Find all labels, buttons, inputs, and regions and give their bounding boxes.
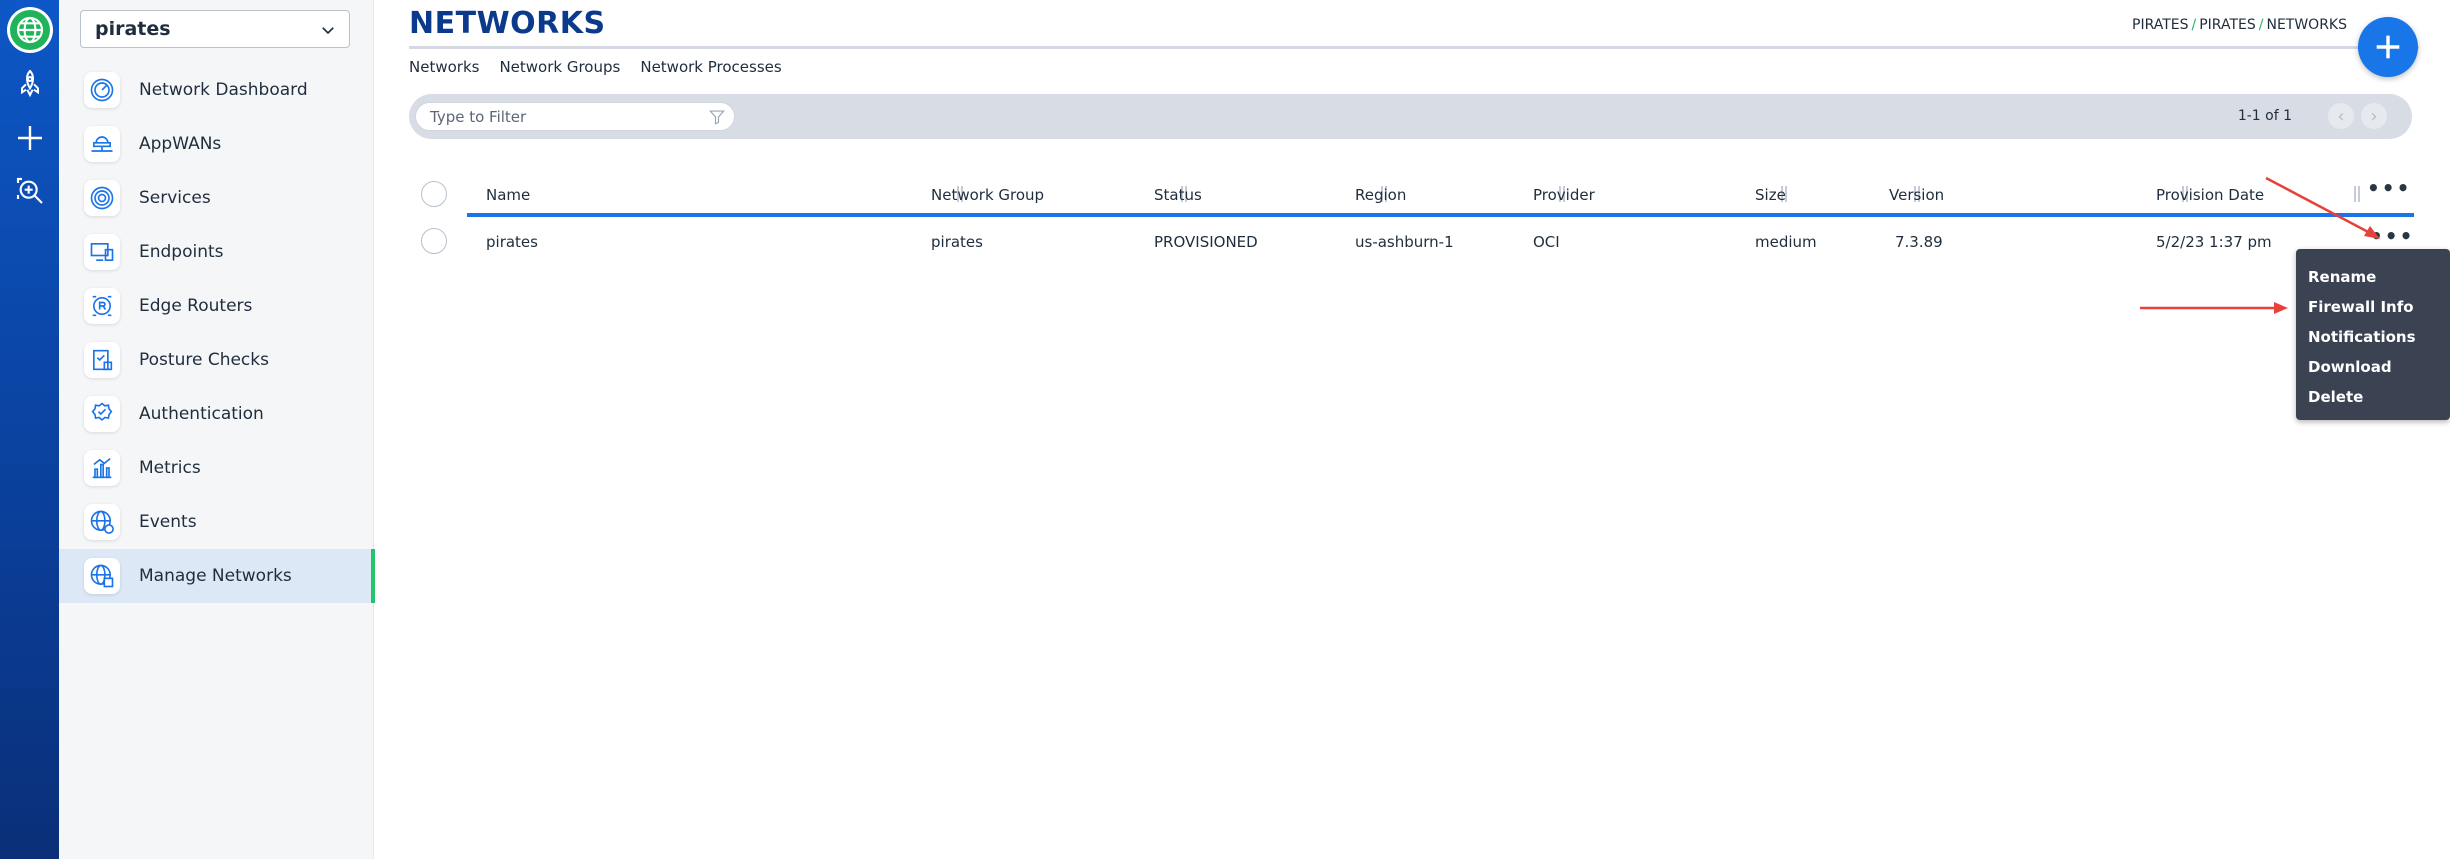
breadcrumb-separator: / — [2258, 17, 2264, 33]
cell-network-group: pirates — [931, 233, 983, 251]
column-header-provider[interactable]: Provider — [1533, 186, 1595, 204]
table-row[interactable]: pirates pirates PROVISIONED us-ashburn-1… — [409, 214, 2414, 269]
column-header-version[interactable]: Version — [1889, 186, 1944, 204]
sidebar-item-label: Authentication — [139, 404, 264, 424]
add-button[interactable] — [5, 113, 54, 162]
cell-region: us-ashburn-1 — [1355, 233, 1454, 251]
plus-icon — [2376, 35, 2400, 59]
menu-item-download[interactable]: Download — [2296, 352, 2450, 382]
sidebar-item-appwans[interactable]: AppWANs — [59, 117, 374, 171]
more-options-header-icon[interactable]: ••• — [2367, 176, 2411, 200]
sidebar-item-events[interactable]: Events — [59, 495, 374, 549]
column-header-status[interactable]: Status — [1154, 186, 1202, 204]
column-header-provision-date[interactable]: Provision Date — [2156, 186, 2264, 204]
sidebar-item-edge-routers[interactable]: Edge Routers — [59, 279, 374, 333]
badge-check-icon — [84, 396, 120, 432]
breadcrumb-separator: / — [2191, 17, 2197, 33]
column-header-region[interactable]: Region — [1355, 186, 1406, 204]
chevron-left-icon: ‹ — [2337, 105, 2345, 127]
network-select[interactable]: pirates — [80, 10, 350, 48]
tab-bar: Networks Network Groups Network Processe… — [409, 58, 782, 76]
cell-provider: OCI — [1533, 233, 1560, 251]
sidebar-item-label: Manage Networks — [139, 566, 292, 586]
sidebar-item-metrics[interactable]: Metrics — [59, 441, 374, 495]
sidebar-item-label: Edge Routers — [139, 296, 253, 316]
breadcrumb-item[interactable]: PIRATES — [2132, 17, 2189, 33]
sidebar-item-services[interactable]: Services — [59, 171, 374, 225]
sidebar-item-label: Posture Checks — [139, 350, 269, 370]
rocket-icon — [20, 69, 39, 97]
sidebar-item-label: Metrics — [139, 458, 201, 478]
rocket-button[interactable] — [5, 58, 54, 107]
column-header-name[interactable]: Name — [486, 186, 530, 204]
devices-icon — [84, 234, 120, 270]
page-title: NETWORKS — [409, 6, 606, 41]
bar-chart-icon — [84, 450, 120, 486]
cloud-network-icon — [84, 126, 120, 162]
breadcrumb-item[interactable]: PIRATES — [2199, 17, 2256, 33]
sidebar-item-authentication[interactable]: Authentication — [59, 387, 374, 441]
tab-network-processes[interactable]: Network Processes — [640, 58, 781, 76]
next-page-button[interactable]: › — [2361, 103, 2387, 129]
add-network-button[interactable] — [2358, 17, 2418, 77]
cell-version: 7.3.89 — [1895, 233, 1943, 251]
row-context-menu: Rename Firewall Info Notifications Downl… — [2296, 249, 2450, 420]
menu-item-notifications[interactable]: Notifications — [2296, 322, 2450, 352]
cell-size: medium — [1755, 233, 1817, 251]
breadcrumb: PIRATES / PIRATES / NETWORKS — [2132, 17, 2347, 33]
sidebar-item-label: Events — [139, 512, 197, 532]
network-select-value: pirates — [95, 18, 171, 40]
networks-table: Name Network Group Status Region Provide… — [409, 176, 2414, 269]
sidebar-item-label: AppWANs — [139, 134, 222, 154]
fingerprint-icon — [84, 180, 120, 216]
filter-input[interactable]: Type to Filter — [415, 102, 735, 131]
globe-icon — [9, 9, 50, 50]
cell-name: pirates — [486, 233, 538, 251]
column-resize-handle[interactable] — [2354, 186, 2360, 202]
filter-icon[interactable] — [708, 108, 726, 126]
filter-bar: Type to Filter 1-1 of 1 ‹ › — [409, 94, 2412, 139]
app-rail — [0, 0, 59, 859]
column-header-size[interactable]: Size — [1755, 186, 1786, 204]
sidebar-item-network-dashboard[interactable]: Network Dashboard — [59, 63, 374, 117]
table-header: Name Network Group Status Region Provide… — [409, 176, 2414, 217]
chevron-down-icon — [322, 27, 334, 35]
sidebar-item-label: Endpoints — [139, 242, 224, 262]
sidebar-nav: Network Dashboard AppWANs Services Endpo… — [59, 63, 375, 603]
cell-status: PROVISIONED — [1154, 233, 1258, 251]
gauge-icon — [84, 72, 120, 108]
menu-item-rename[interactable]: Rename — [2296, 262, 2450, 292]
sidebar-item-posture-checks[interactable]: Posture Checks — [59, 333, 374, 387]
row-checkbox[interactable] — [421, 228, 447, 254]
cell-provision-date: 5/2/23 1:37 pm — [2156, 233, 2272, 251]
select-all-checkbox[interactable] — [421, 181, 447, 207]
row-more-options-icon[interactable]: ••• — [2370, 224, 2414, 248]
tab-networks[interactable]: Networks — [409, 58, 479, 76]
breadcrumb-item: NETWORKS — [2266, 17, 2347, 33]
plus-icon — [17, 125, 42, 150]
router-icon — [84, 288, 120, 324]
pager-count: 1-1 of 1 — [2237, 108, 2292, 124]
clipboard-check-icon — [84, 342, 120, 378]
search-icon — [16, 177, 43, 204]
search-button[interactable] — [5, 166, 54, 215]
menu-item-firewall-info[interactable]: Firewall Info — [2296, 292, 2450, 322]
prev-page-button[interactable]: ‹ — [2328, 103, 2354, 129]
tab-network-groups[interactable]: Network Groups — [499, 58, 620, 76]
sidebar-item-label: Services — [139, 188, 211, 208]
home-button[interactable] — [5, 5, 54, 54]
sidebar: pirates Network Dashboard AppWANs Servic… — [59, 0, 375, 859]
main-content: NETWORKS PIRATES / PIRATES / NETWORKS Networ… — [374, 0, 2450, 859]
chevron-right-icon: › — [2370, 105, 2378, 127]
title-divider — [409, 46, 2419, 49]
globe-clock-icon — [84, 504, 120, 540]
sidebar-item-endpoints[interactable]: Endpoints — [59, 225, 374, 279]
filter-placeholder: Type to Filter — [430, 107, 527, 126]
menu-item-delete[interactable]: Delete — [2296, 382, 2450, 412]
column-header-network-group[interactable]: Network Group — [931, 186, 1044, 204]
globe-settings-icon — [84, 558, 120, 594]
sidebar-item-manage-networks[interactable]: Manage Networks — [59, 549, 375, 603]
sidebar-item-label: Network Dashboard — [139, 80, 308, 100]
